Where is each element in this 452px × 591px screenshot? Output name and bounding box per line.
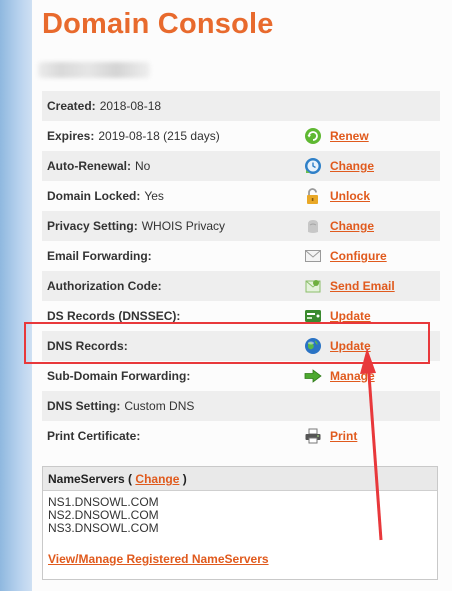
- envelope-icon: [305, 250, 321, 262]
- dns-records-update-action[interactable]: Update: [304, 336, 371, 356]
- dns-records-update-link[interactable]: Update: [330, 339, 371, 353]
- redacted-domain-name: [38, 62, 150, 78]
- mail-code-icon: [305, 280, 321, 293]
- unlock-link[interactable]: Unlock: [330, 189, 370, 203]
- configure-action[interactable]: Configure: [304, 246, 387, 266]
- view-manage-nameservers-link[interactable]: View/Manage Registered NameServers: [48, 552, 269, 566]
- row-dns-setting: DNS Setting: Custom DNS: [42, 391, 440, 421]
- row-expires: Expires: 2019-08-18 (215 days) Renew: [42, 121, 440, 151]
- renew-action[interactable]: Renew: [304, 126, 369, 146]
- value-domain-locked: Yes: [144, 189, 164, 203]
- privacy-change-action[interactable]: Change: [304, 216, 374, 236]
- domain-details-table: Created: 2018-08-18 Expires: 2019-08-18 (2…: [42, 91, 440, 451]
- label-print-certificate: Print Certificate:: [47, 429, 141, 443]
- ds-records-update-link[interactable]: Update: [330, 309, 371, 323]
- nameservers-heading-close: ): [182, 472, 187, 486]
- renew-icon: [305, 128, 321, 144]
- nameservers-panel: NameServers ( Change ) NS1.DNSOWL.COM NS…: [42, 466, 438, 580]
- label-auto-renewal: Auto-Renewal:: [47, 159, 131, 173]
- label-expires: Expires:: [47, 129, 95, 143]
- auto-renewal-change-link[interactable]: Change: [330, 159, 374, 173]
- value-expires: 2019-08-18 (215 days): [98, 129, 220, 143]
- configure-link[interactable]: Configure: [330, 249, 387, 263]
- nameserver-item: NS3.DNSOWL.COM: [48, 521, 159, 535]
- send-email-link[interactable]: Send Email: [330, 279, 395, 293]
- privacy-icon: [308, 220, 318, 233]
- unlock-action[interactable]: Unlock: [304, 186, 370, 206]
- label-created: Created:: [47, 99, 96, 113]
- label-sub-domain-forwarding: Sub-Domain Forwarding:: [47, 369, 191, 383]
- lock-icon: [307, 188, 318, 204]
- nameservers-heading: NameServers ( Change ): [43, 467, 437, 491]
- row-domain-locked: Domain Locked: Yes Unlock: [42, 181, 440, 211]
- label-email-forwarding: Email Forwarding:: [47, 249, 152, 263]
- row-print-certificate: Print Certificate: Print: [42, 421, 440, 451]
- privacy-change-link[interactable]: Change: [330, 219, 374, 233]
- clock-icon: [305, 158, 321, 174]
- row-email-forwarding: Email Forwarding: Configure: [42, 241, 440, 271]
- label-domain-locked: Domain Locked:: [47, 189, 141, 203]
- nameservers-heading-text: NameServers (: [48, 472, 133, 486]
- value-auto-renewal: No: [135, 159, 151, 173]
- value-privacy-setting: WHOIS Privacy: [141, 219, 226, 233]
- globe-icon: [305, 338, 321, 354]
- ds-records-update-action[interactable]: Update: [304, 306, 371, 326]
- printer-icon: [305, 428, 321, 444]
- print-action[interactable]: Print: [304, 426, 357, 446]
- value-created: 2018-08-18: [99, 99, 162, 113]
- ds-records-icon: [305, 310, 321, 322]
- manage-link[interactable]: Manage: [330, 369, 375, 383]
- row-sub-domain-forwarding: Sub-Domain Forwarding: Manage: [42, 361, 440, 391]
- nameservers-change-link[interactable]: Change: [135, 472, 179, 486]
- row-privacy-setting: Privacy Setting: WHOIS Privacy Change: [42, 211, 440, 241]
- row-auto-renewal: Auto-Renewal: No Change: [42, 151, 440, 181]
- label-privacy-setting: Privacy Setting:: [47, 219, 138, 233]
- manage-action[interactable]: Manage: [304, 366, 375, 386]
- renew-link[interactable]: Renew: [330, 129, 369, 143]
- send-email-action[interactable]: Send Email: [304, 276, 395, 296]
- nameserver-list: NS1.DNSOWL.COM NS2.DNSOWL.COM NS3.DNSOWL…: [43, 491, 437, 535]
- left-sidebar-strip: [0, 0, 32, 591]
- row-created: Created: 2018-08-18: [42, 91, 440, 121]
- label-dns-setting: DNS Setting:: [47, 399, 121, 413]
- value-dns-setting: Custom DNS: [124, 399, 195, 413]
- row-ds-records: DS Records (DNSSEC): Update: [42, 301, 440, 331]
- auto-renewal-change-action[interactable]: Change: [304, 156, 374, 176]
- label-authorization-code: Authorization Code:: [47, 279, 162, 293]
- print-link[interactable]: Print: [330, 429, 357, 443]
- label-ds-records: DS Records (DNSSEC):: [47, 309, 181, 323]
- row-authorization-code: Authorization Code: Send Email: [42, 271, 440, 301]
- row-dns-records: DNS Records: Update: [42, 331, 440, 361]
- arrow-right-icon: [304, 369, 322, 383]
- page-title: Domain Console: [42, 8, 274, 40]
- label-dns-records: DNS Records:: [47, 339, 128, 353]
